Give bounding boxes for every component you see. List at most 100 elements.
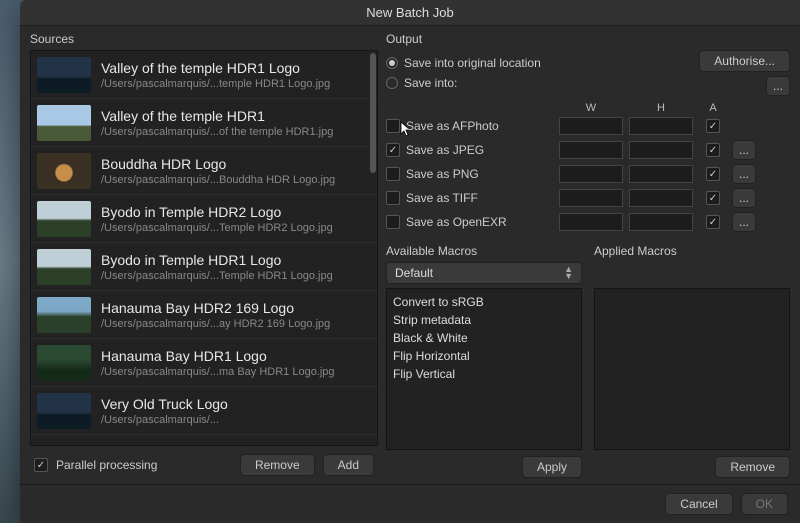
source-thumbnail xyxy=(37,345,91,381)
available-macros-col: Available Macros Default ▲▼ Convert to s… xyxy=(386,244,582,484)
source-row[interactable]: Byodo in Temple HDR1 Logo/Users/pascalma… xyxy=(31,243,377,291)
source-text: Hanauma Bay HDR2 169 Logo/Users/pascalma… xyxy=(101,300,330,330)
save-into-label: Save into: xyxy=(404,76,457,90)
save-original-radio[interactable] xyxy=(386,57,398,69)
source-scrollbar[interactable] xyxy=(370,53,376,173)
save-into-radio[interactable] xyxy=(386,77,398,89)
width-input[interactable] xyxy=(559,189,623,207)
height-input[interactable] xyxy=(629,189,693,207)
source-thumbnail xyxy=(37,249,91,285)
dialog-title: New Batch Job xyxy=(20,0,800,26)
sources-label: Sources xyxy=(30,32,378,46)
format-row: Save as AFPhoto xyxy=(386,114,790,138)
sources-footer: Parallel processing Remove Add xyxy=(30,446,378,484)
available-macros-list[interactable]: Convert to sRGBStrip metadataBlack & Whi… xyxy=(386,288,582,450)
dialog-footer: Cancel OK xyxy=(20,484,800,523)
source-text: Byodo in Temple HDR1 Logo/Users/pascalma… xyxy=(101,252,333,282)
source-row[interactable]: Hanauma Bay HDR1 Logo/Users/pascalmarqui… xyxy=(31,339,377,387)
source-row[interactable]: Byodo in Temple HDR2 Logo/Users/pascalma… xyxy=(31,195,377,243)
source-title: Very Old Truck Logo xyxy=(101,396,228,412)
format-checkbox[interactable] xyxy=(386,143,400,157)
source-thumbnail xyxy=(37,153,91,189)
format-label: Save as AFPhoto xyxy=(406,119,499,133)
source-path: /Users/pascalmarquis/...Temple HDR2 Logo… xyxy=(101,222,333,234)
add-source-button[interactable]: Add xyxy=(323,454,374,476)
source-list[interactable]: Valley of the temple HDR1 Logo/Users/pas… xyxy=(30,50,378,446)
source-thumbnail xyxy=(37,297,91,333)
source-path: /Users/pascalmarquis/...ay HDR2 169 Logo… xyxy=(101,318,330,330)
source-row[interactable]: Hanauma Bay HDR2 169 Logo/Users/pascalma… xyxy=(31,291,377,339)
source-path: /Users/pascalmarquis/... xyxy=(101,414,228,426)
available-macros-label: Available Macros xyxy=(386,244,582,258)
width-input[interactable] xyxy=(559,117,623,135)
source-row[interactable]: Very Old Truck Logo/Users/pascalmarquis/… xyxy=(31,387,377,435)
source-row[interactable]: Bouddha HDR Logo/Users/pascalmarquis/...… xyxy=(31,147,377,195)
source-title: Byodo in Temple HDR2 Logo xyxy=(101,204,333,220)
format-more-button[interactable]: ... xyxy=(732,140,756,160)
format-label: Save as PNG xyxy=(406,167,479,181)
macro-item[interactable]: Convert to sRGB xyxy=(393,293,575,311)
dialog-content: Sources Valley of the temple HDR1 Logo/U… xyxy=(20,26,800,484)
format-more-button[interactable]: ... xyxy=(732,188,756,208)
source-path: /Users/pascalmarquis/...Bouddha HDR Logo… xyxy=(101,174,335,186)
aspect-checkbox[interactable] xyxy=(706,215,720,229)
col-a: A xyxy=(696,102,730,114)
applied-macros-label: Applied Macros xyxy=(594,244,790,258)
parallel-checkbox[interactable] xyxy=(34,458,48,472)
macro-item[interactable]: Strip metadata xyxy=(393,311,575,329)
source-row[interactable]: Valley of the temple HDR1/Users/pascalma… xyxy=(31,99,377,147)
format-checkbox[interactable] xyxy=(386,119,400,133)
height-input[interactable] xyxy=(629,117,693,135)
format-more-button[interactable]: ... xyxy=(732,212,756,232)
save-original-label: Save into original location xyxy=(404,56,541,70)
source-row[interactable]: Valley of the temple HDR1 Logo/Users/pas… xyxy=(31,51,377,99)
macro-item[interactable]: Flip Vertical xyxy=(393,365,575,383)
output-label: Output xyxy=(386,32,790,46)
height-input[interactable] xyxy=(629,165,693,183)
aspect-checkbox[interactable] xyxy=(706,119,720,133)
updown-icon: ▲▼ xyxy=(564,266,573,280)
format-label: Save as OpenEXR xyxy=(406,215,507,229)
source-path: /Users/pascalmarquis/...ma Bay HDR1 Logo… xyxy=(101,366,335,378)
macro-item[interactable]: Flip Horizontal xyxy=(393,347,575,365)
height-input[interactable] xyxy=(629,213,693,231)
source-text: Valley of the temple HDR1/Users/pascalma… xyxy=(101,108,333,138)
format-checkbox[interactable] xyxy=(386,167,400,181)
format-checkbox[interactable] xyxy=(386,215,400,229)
width-input[interactable] xyxy=(559,165,623,183)
aspect-checkbox[interactable] xyxy=(706,143,720,157)
macro-category-select[interactable]: Default ▲▼ xyxy=(386,262,582,284)
format-label: Save as TIFF xyxy=(406,191,478,205)
cancel-button[interactable]: Cancel xyxy=(665,493,732,515)
save-into-more-button[interactable]: ... xyxy=(766,76,790,96)
source-text: Bouddha HDR Logo/Users/pascalmarquis/...… xyxy=(101,156,335,186)
aspect-checkbox[interactable] xyxy=(706,167,720,181)
sources-panel: Sources Valley of the temple HDR1 Logo/U… xyxy=(30,32,378,484)
format-label: Save as JPEG xyxy=(406,143,484,157)
source-thumbnail xyxy=(37,201,91,237)
source-title: Byodo in Temple HDR1 Logo xyxy=(101,252,333,268)
source-path: /Users/pascalmarquis/...temple HDR1 Logo… xyxy=(101,78,330,90)
aspect-checkbox[interactable] xyxy=(706,191,720,205)
authorise-button[interactable]: Authorise... xyxy=(699,50,790,72)
width-input[interactable] xyxy=(559,141,623,159)
source-thumbnail xyxy=(37,393,91,429)
remove-macro-button[interactable]: Remove xyxy=(715,456,790,478)
applied-macros-list[interactable] xyxy=(594,288,790,450)
width-input[interactable] xyxy=(559,213,623,231)
apply-macro-button[interactable]: Apply xyxy=(522,456,582,478)
format-header: W H A xyxy=(386,102,790,114)
source-thumbnail xyxy=(37,57,91,93)
source-title: Hanauma Bay HDR1 Logo xyxy=(101,348,335,364)
source-text: Byodo in Temple HDR2 Logo/Users/pascalma… xyxy=(101,204,333,234)
macro-item[interactable]: Black & White xyxy=(393,329,575,347)
remove-source-button[interactable]: Remove xyxy=(240,454,315,476)
source-text: Valley of the temple HDR1 Logo/Users/pas… xyxy=(101,60,330,90)
macro-category-value: Default xyxy=(395,266,433,280)
format-checkbox[interactable] xyxy=(386,191,400,205)
format-more-button[interactable]: ... xyxy=(732,164,756,184)
output-panel: Output Save into original location Save … xyxy=(386,32,790,484)
macros-section: Available Macros Default ▲▼ Convert to s… xyxy=(386,244,790,484)
ok-button[interactable]: OK xyxy=(741,493,788,515)
height-input[interactable] xyxy=(629,141,693,159)
